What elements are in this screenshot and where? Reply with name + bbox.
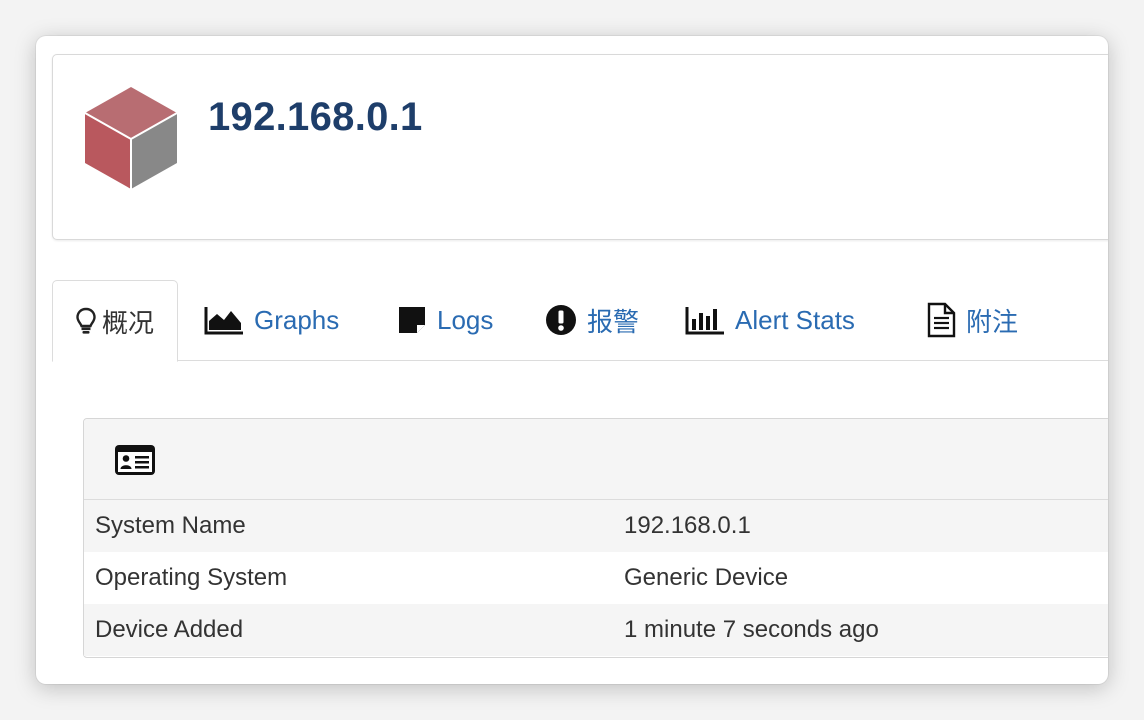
- tab-alert-stats-label: Alert Stats: [735, 304, 855, 335]
- table-row: Operating System Generic Device: [84, 552, 1108, 604]
- device-added-value: 1 minute 7 seconds ago: [624, 616, 879, 643]
- tab-alerts-label: 报警: [587, 306, 640, 337]
- sticky-note-icon: [399, 307, 425, 333]
- file-text-icon: [927, 302, 956, 338]
- id-card-icon: [115, 445, 155, 475]
- cube-icon: [84, 87, 178, 189]
- operating-system-label: Operating System: [95, 564, 288, 591]
- tab-notes[interactable]: 附注: [926, 280, 1018, 360]
- tab-overview-label: 概况: [101, 307, 154, 338]
- tab-overview[interactable]: 概况: [52, 280, 178, 362]
- overview-info-table: System Name 192.168.0.1 Operating System…: [84, 500, 1108, 656]
- table-row: Device Added 1 minute 7 seconds ago: [84, 604, 1108, 656]
- tab-notes-label: 附注: [966, 306, 1019, 337]
- tab-alerts[interactable]: 报警: [545, 280, 639, 360]
- overview-panel-heading: [84, 419, 1108, 500]
- system-name-label: System Name: [95, 512, 246, 539]
- device-overview-panel: System Name 192.168.0.1 Operating System…: [83, 418, 1108, 658]
- tab-logs[interactable]: Logs: [397, 280, 493, 360]
- system-name-value: 192.168.0.1: [624, 512, 751, 539]
- device-tabs: 概况 Graphs Logs 报警 Alert Stats 附注: [52, 280, 1108, 362]
- app-window: 192.168.0.1 概况 Graphs Logs 报警 Alert Stat…: [36, 36, 1108, 684]
- area-chart-icon: [204, 307, 243, 335]
- device-added-label: Device Added: [95, 616, 244, 643]
- tab-alert-stats[interactable]: Alert Stats: [685, 280, 855, 360]
- tab-graphs-label: Graphs: [254, 304, 340, 335]
- device-header-panel: 192.168.0.1: [52, 54, 1108, 240]
- operating-system-value: Generic Device: [624, 564, 789, 591]
- lightbulb-icon: [76, 307, 96, 334]
- tab-logs-label: Logs: [437, 304, 494, 335]
- exclamation-circle-icon: [546, 305, 576, 335]
- tab-graphs[interactable]: Graphs: [204, 280, 339, 360]
- table-row: System Name 192.168.0.1: [84, 500, 1108, 552]
- device-hostname-title[interactable]: 192.168.0.1: [208, 95, 423, 140]
- bar-chart-icon: [685, 307, 724, 335]
